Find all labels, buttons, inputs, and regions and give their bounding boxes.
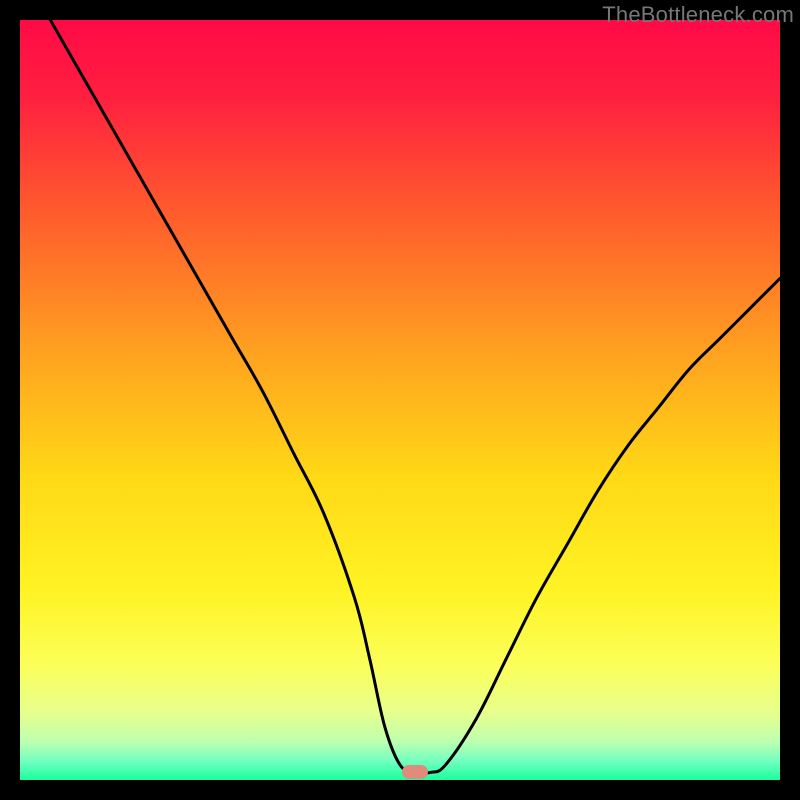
plot-area bbox=[20, 20, 780, 780]
optimum-marker bbox=[402, 765, 428, 779]
gradient-background bbox=[20, 20, 780, 780]
watermark-label: TheBottleneck.com bbox=[602, 2, 794, 28]
chart-frame: TheBottleneck.com bbox=[0, 0, 800, 800]
